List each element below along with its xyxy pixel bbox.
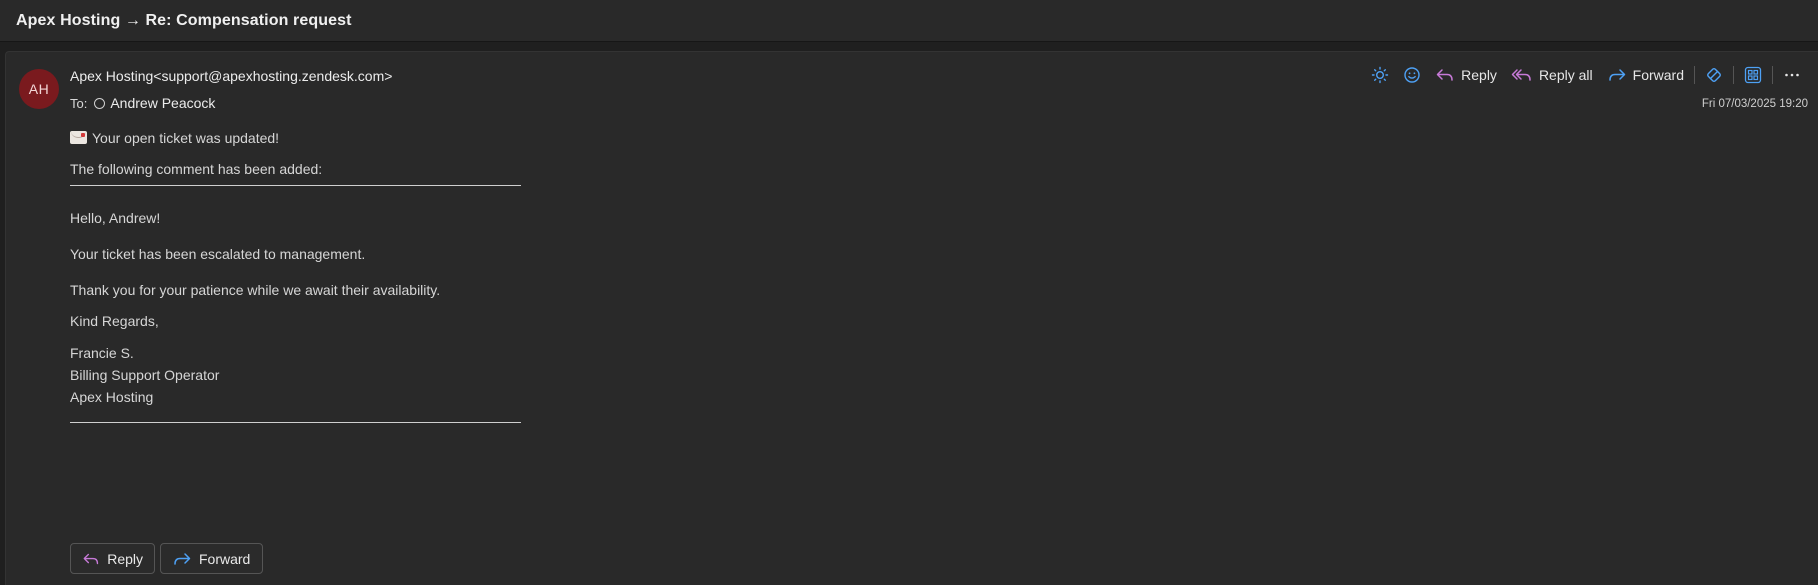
presence-status-icon <box>94 97 106 109</box>
bottom-reply-button[interactable]: Reply <box>70 543 155 574</box>
forward-icon <box>174 552 191 565</box>
sender-avatar[interactable]: AH <box>19 69 59 109</box>
forward-icon <box>1608 69 1625 81</box>
reply-all-icon <box>1511 69 1531 81</box>
thanks-text: Thank you for your patience while we awa… <box>70 282 441 298</box>
apps-grid-icon <box>1744 66 1762 84</box>
sent-date: Fri 07/03/2025 19:20 <box>1701 98 1808 110</box>
bottom-forward-label: Forward <box>199 550 251 567</box>
avatar-initials: AH <box>28 81 50 97</box>
message-card: AH Apex Hosting<support@apexhosting.zend… <box>5 51 1818 585</box>
apps-button[interactable] <box>1737 60 1769 90</box>
ticket-updated-text: Your open ticket was updated! <box>92 130 280 146</box>
escalated-text: Your ticket has been escalated to manage… <box>70 246 366 262</box>
ticket-updated-line: Your open ticket was updated! <box>70 130 279 146</box>
reply-button[interactable]: Reply <box>1428 60 1504 90</box>
sun-icon <box>1371 66 1389 84</box>
emoji-react-button[interactable] <box>1396 60 1428 90</box>
toolbar-divider <box>1694 66 1695 84</box>
greeting-text: Hello, Andrew! <box>70 210 161 226</box>
more-actions-button[interactable] <box>1776 60 1808 90</box>
sender-address[interactable]: Apex Hosting<support@apexhosting.zendesk… <box>70 68 392 84</box>
separator-line <box>70 185 521 186</box>
signature-role: Billing Support Operator <box>70 367 220 383</box>
closing-text: Kind Regards, <box>70 313 159 329</box>
forward-label: Forward <box>1632 67 1684 83</box>
conversation-title: Apex Hosting → Re: Compensation request <box>16 11 352 29</box>
reply-label: Reply <box>1461 67 1497 83</box>
conversation-header: Apex Hosting → Re: Compensation request <box>0 0 1818 42</box>
recipients-line: To: Andrew Peacock <box>70 95 215 111</box>
comment-added-text: The following comment has been added: <box>70 161 323 177</box>
toolbar-divider <box>1733 66 1734 84</box>
reply-icon <box>83 553 99 564</box>
smiley-icon <box>1404 67 1420 83</box>
recipient-name[interactable]: Andrew Peacock <box>110 95 215 111</box>
reply-all-label: Reply all <box>1538 67 1593 83</box>
toolbar-divider <box>1772 66 1773 84</box>
forward-button[interactable]: Forward <box>1600 60 1691 90</box>
ellipsis-icon <box>1785 73 1799 77</box>
loop-component-button[interactable] <box>1698 60 1730 90</box>
bottom-forward-button[interactable]: Forward <box>160 543 263 574</box>
signature-name: Francie S. <box>70 345 134 361</box>
reply-icon <box>1436 69 1453 81</box>
separator-line <box>70 422 521 423</box>
loop-icon <box>1707 68 1721 82</box>
message-toolbar: Reply Reply all Forward <box>1364 60 1808 90</box>
signature-company: Apex Hosting <box>70 389 154 405</box>
bottom-reply-label: Reply <box>107 550 143 567</box>
envelope-icon <box>70 131 87 144</box>
reply-all-button[interactable]: Reply all <box>1504 60 1600 90</box>
to-label: To: <box>70 95 88 111</box>
brightness-toggle-button[interactable] <box>1364 60 1396 90</box>
